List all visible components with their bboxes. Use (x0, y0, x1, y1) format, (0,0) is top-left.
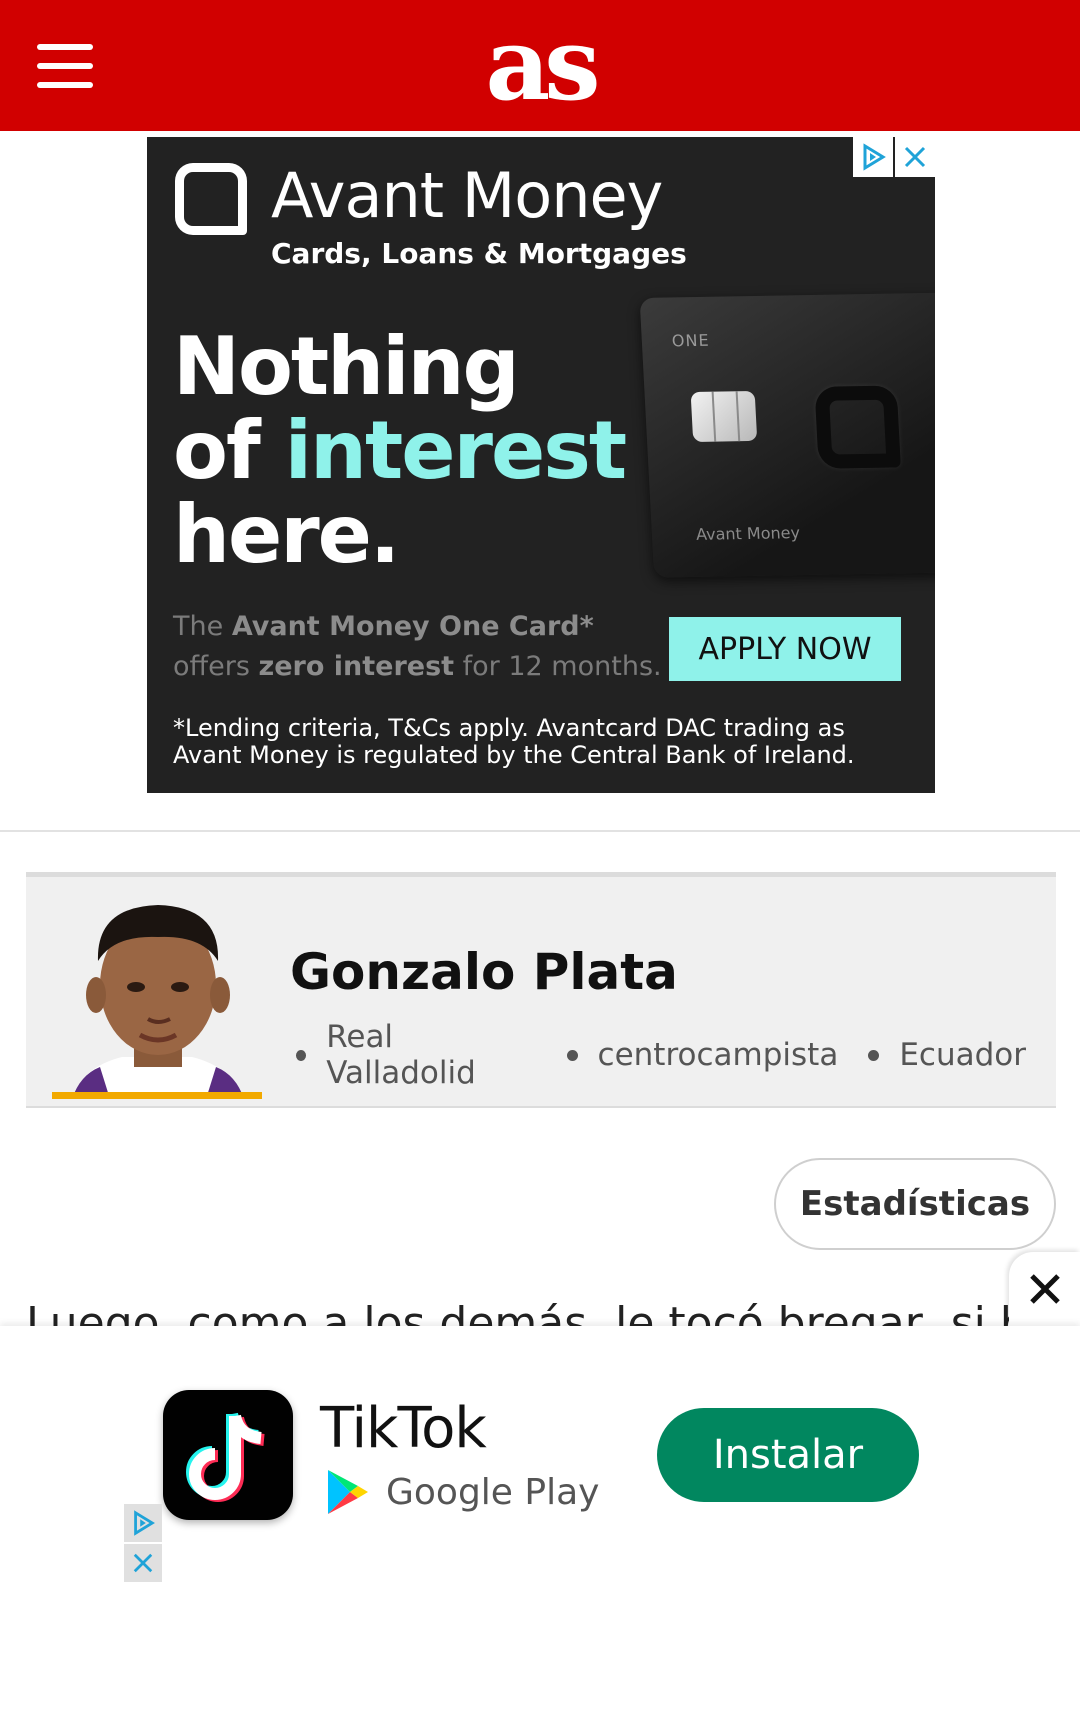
ad-choices-icon[interactable] (124, 1504, 162, 1542)
divider (0, 830, 1080, 832)
app-name: TikTok (320, 1396, 487, 1461)
site-header: as (0, 0, 1080, 131)
google-play-icon (328, 1470, 368, 1514)
player-position: centrocampista (566, 1019, 838, 1091)
player-meta: Real Valladolid centrocampista Ecuador (296, 1019, 1056, 1091)
install-button[interactable]: Instalar (657, 1408, 919, 1502)
store-label: Google Play (386, 1471, 600, 1513)
ad-offer-text: The Avant Money One Card* offers zero in… (173, 611, 662, 682)
card-brand-label: Avant Money (695, 523, 801, 544)
bullet-icon (868, 1049, 880, 1061)
apply-now-button[interactable]: APPLY NOW (669, 617, 901, 681)
ad-headline-interest: interest (284, 404, 627, 497)
top-advertisement[interactable]: Avant Money Cards, Loans & Mortgages Not… (147, 137, 935, 793)
tiktok-app-icon[interactable] (163, 1390, 293, 1520)
ad-choices (853, 137, 935, 177)
player-card: Gonzalo Plata Real Valladolid centrocamp… (26, 872, 1056, 1108)
ad-headline-of: of (173, 404, 285, 497)
card-chip-icon (690, 390, 758, 442)
bottom-ad-close-icon[interactable] (1009, 1252, 1080, 1326)
credit-card-image: ONE Avant Money (639, 292, 935, 578)
bottom-advertisement[interactable]: TikTok Google Play Instalar (0, 1326, 1080, 1731)
ad-close-icon[interactable] (124, 1544, 162, 1582)
article-paragraph: Luego, como a los demás, le tocó bregar,… (26, 1298, 1016, 1330)
ad-legal-text: *Lending criteria, T&Cs apply. Avantcard… (173, 714, 855, 769)
card-logo-icon (814, 385, 901, 469)
ad-headline-line-1: Nothing (173, 320, 520, 413)
card-one-label: ONE (671, 330, 711, 351)
bullet-icon (566, 1049, 578, 1061)
site-logo[interactable]: as (0, 4, 1080, 124)
ad-choices-icon[interactable] (853, 137, 893, 177)
player-photo-accent (52, 1092, 262, 1099)
bullet-icon (296, 1049, 307, 1061)
player-photo[interactable] (52, 887, 262, 1099)
statistics-button[interactable]: Estadísticas (774, 1158, 1056, 1250)
player-club[interactable]: Real Valladolid (296, 1019, 537, 1091)
ad-headline-line-2: of interest (173, 409, 627, 493)
ad-brand-name: Avant Money (271, 159, 663, 232)
avant-money-logo-icon (175, 163, 247, 235)
ad-headline: Nothing of interest here. (173, 320, 627, 581)
store-badge: Google Play (326, 1468, 599, 1516)
ad-brand-subtitle: Cards, Loans & Mortgages (271, 237, 687, 270)
ad-headline-line-3: here. (173, 488, 400, 581)
player-name[interactable]: Gonzalo Plata (290, 943, 678, 1001)
ad-close-icon[interactable] (895, 137, 935, 177)
bottom-ad-choices (124, 1504, 162, 1584)
player-country: Ecuador (868, 1019, 1026, 1091)
